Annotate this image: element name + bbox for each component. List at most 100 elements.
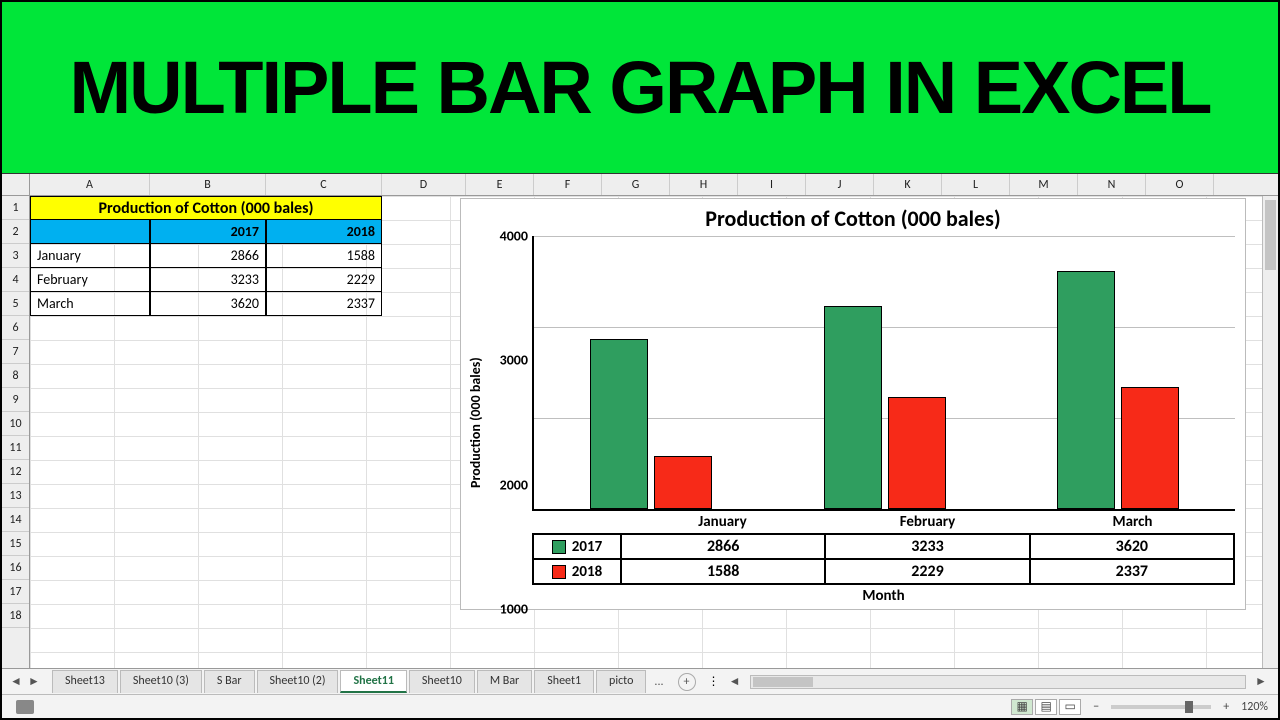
row-header[interactable]: 7 — [2, 340, 29, 364]
chart-data-table: 2017 2866 3233 3620 2018 1588 — [532, 533, 1235, 585]
col-header-A[interactable]: A — [30, 174, 150, 195]
sheet-tab[interactable]: Sheet11 — [340, 670, 406, 693]
row-header[interactable]: 4 — [2, 268, 29, 292]
row-header[interactable]: 13 — [2, 484, 29, 508]
zoom-level[interactable]: 120% — [1241, 700, 1268, 714]
tabs-overflow[interactable]: ... — [648, 675, 669, 689]
row-header[interactable]: 2 — [2, 220, 29, 244]
chart-object[interactable]: Production of Cotton (000 bales) Product… — [460, 198, 1246, 610]
col-header-L[interactable]: L — [942, 174, 1010, 195]
header-2018[interactable]: 2018 — [266, 220, 382, 244]
sheet-tab[interactable]: Sheet13 — [52, 670, 118, 693]
sheet-tab[interactable]: M Bar — [477, 670, 532, 693]
row-header[interactable]: 12 — [2, 460, 29, 484]
col-header-I[interactable]: I — [738, 174, 806, 195]
col-header-C[interactable]: C — [266, 174, 382, 195]
bar-group — [534, 236, 768, 509]
col-header-J[interactable]: J — [806, 174, 874, 195]
select-all-corner[interactable] — [2, 174, 30, 195]
cell-month[interactable]: February — [30, 268, 150, 292]
vertical-scrollbar[interactable] — [1262, 196, 1278, 668]
bar-2017[interactable] — [590, 339, 648, 509]
tab-split[interactable]: ⋮ — [708, 674, 720, 689]
vertical-scroll-thumb[interactable] — [1265, 200, 1276, 270]
cell-month[interactable]: March — [30, 292, 150, 316]
sheet-tab[interactable]: Sheet1 — [534, 670, 594, 693]
bar-2017[interactable] — [1057, 271, 1115, 509]
view-page-layout-button[interactable]: ▤ — [1035, 699, 1057, 715]
row-header[interactable]: 15 — [2, 532, 29, 556]
sheet-tab-bar: ◄ ► Sheet13Sheet10 (3)S BarSheet10 (2)Sh… — [2, 668, 1278, 694]
col-header-F[interactable]: F — [534, 174, 602, 195]
horizontal-scroll-thumb[interactable] — [753, 677, 813, 687]
cell-value[interactable]: 3620 — [150, 292, 266, 316]
view-normal-button[interactable]: ▦ — [1011, 699, 1033, 715]
macro-record-icon[interactable] — [16, 700, 34, 714]
cell-value[interactable]: 2337 — [266, 292, 382, 316]
sheet-tab[interactable]: picto — [596, 670, 646, 693]
col-header-G[interactable]: G — [602, 174, 670, 195]
bar-2018[interactable] — [1121, 387, 1179, 509]
view-page-break-button[interactable]: ▭ — [1059, 699, 1081, 715]
chart-title: Production of Cotton (000 bales) — [705, 205, 1001, 232]
y-tick: 2000 — [500, 476, 528, 493]
bar-2018[interactable] — [654, 456, 712, 510]
col-header-M[interactable]: M — [1010, 174, 1078, 195]
dt-value: 3233 — [826, 535, 1030, 558]
col-header-K[interactable]: K — [874, 174, 942, 195]
row-header[interactable]: 3 — [2, 244, 29, 268]
col-header-N[interactable]: N — [1078, 174, 1146, 195]
cell-value[interactable]: 2229 — [266, 268, 382, 292]
cell-value[interactable]: 1588 — [266, 244, 382, 268]
sheet-tab[interactable]: Sheet10 (3) — [120, 670, 202, 693]
row-header[interactable]: 9 — [2, 388, 29, 412]
zoom-slider[interactable] — [1111, 705, 1211, 709]
tab-nav-next-icon[interactable]: ► — [26, 674, 42, 690]
y-tick: 1000 — [500, 601, 528, 618]
tab-nav-prev-icon[interactable]: ◄ — [8, 674, 24, 690]
bar-2017[interactable] — [824, 306, 882, 509]
row-header[interactable]: 10 — [2, 412, 29, 436]
header-blank[interactable] — [30, 220, 150, 244]
row-header[interactable]: 16 — [2, 556, 29, 580]
cell-grid[interactable]: Production of Cotton (000 bales) 2017 20… — [30, 196, 1278, 668]
table-title-cell[interactable]: Production of Cotton (000 bales) — [30, 196, 382, 220]
title-banner: MULTIPLE BAR GRAPH IN EXCEL — [2, 2, 1278, 174]
sheet-tab[interactable]: Sheet10 — [409, 670, 475, 693]
dt-value: 3620 — [1031, 535, 1233, 558]
series-name: 2017 — [572, 538, 602, 556]
swatch-2017-icon — [552, 540, 566, 554]
cell-month[interactable]: January — [30, 244, 150, 268]
row-header[interactable]: 14 — [2, 508, 29, 532]
y-tick: 4000 — [500, 228, 528, 245]
row-header[interactable]: 6 — [2, 316, 29, 340]
col-header-O[interactable]: O — [1146, 174, 1214, 195]
row-header[interactable]: 5 — [2, 292, 29, 316]
add-sheet-button[interactable]: + — [678, 673, 696, 691]
row-header[interactable]: 1 — [2, 196, 29, 220]
hscroll-right-icon[interactable]: ► — [1254, 674, 1268, 689]
y-axis: 4000 3000 2000 1000 — [486, 236, 532, 609]
header-2017[interactable]: 2017 — [150, 220, 266, 244]
col-header-D[interactable]: D — [382, 174, 466, 195]
zoom-slider-thumb[interactable] — [1185, 701, 1193, 713]
row-header[interactable]: 18 — [2, 604, 29, 628]
bar-2018[interactable] — [888, 397, 946, 509]
bar-group — [1001, 236, 1235, 509]
plot-area — [532, 236, 1235, 511]
cell-value[interactable]: 2866 — [150, 244, 266, 268]
sheet-tab[interactable]: S Bar — [204, 670, 255, 693]
hscroll-left-icon[interactable]: ◄ — [728, 674, 742, 689]
col-header-E[interactable]: E — [466, 174, 534, 195]
horizontal-scrollbar[interactable] — [750, 675, 1246, 689]
row-header[interactable]: 8 — [2, 364, 29, 388]
row-header[interactable]: 11 — [2, 436, 29, 460]
sheet-tab[interactable]: Sheet10 (2) — [257, 670, 339, 693]
col-header-B[interactable]: B — [150, 174, 266, 195]
zoom-out-button[interactable]: − — [1093, 700, 1099, 714]
col-header-H[interactable]: H — [670, 174, 738, 195]
zoom-in-button[interactable]: + — [1223, 700, 1229, 714]
row-header[interactable]: 17 — [2, 580, 29, 604]
row-header-col: 1 2 3 4 5 6 7 8 9 10 11 12 13 14 15 16 1… — [2, 196, 30, 668]
cell-value[interactable]: 3233 — [150, 268, 266, 292]
